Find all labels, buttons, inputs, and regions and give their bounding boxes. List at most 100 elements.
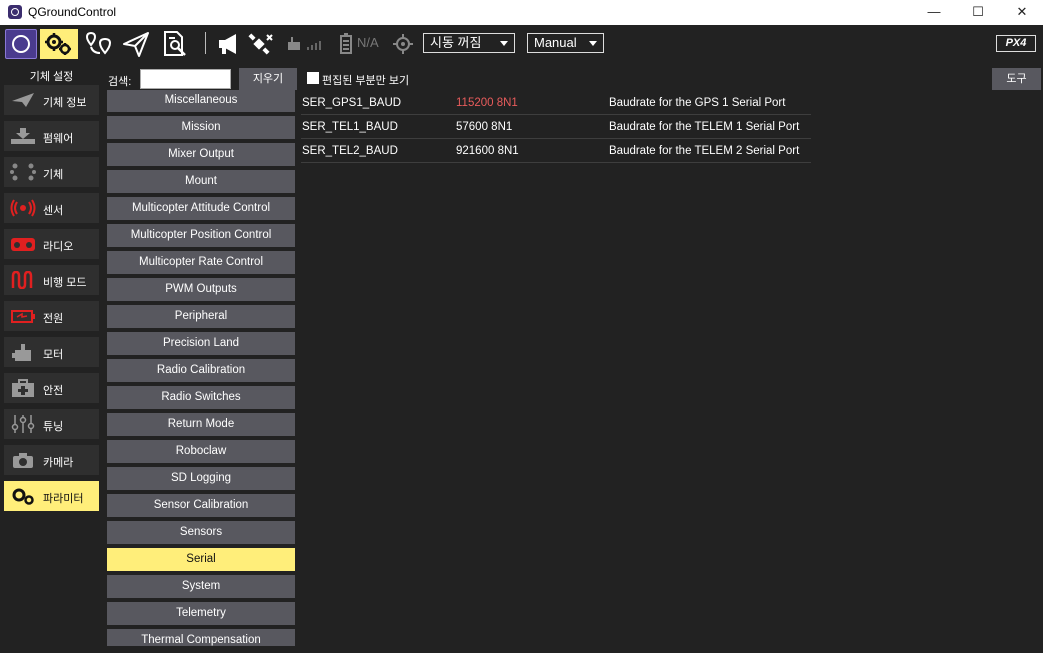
group-button-sensors[interactable]: Sensors (107, 521, 295, 544)
tuning-icon (11, 415, 35, 433)
group-button-miscellaneous[interactable]: Miscellaneous (107, 90, 295, 112)
group-button-peripheral[interactable]: Peripheral (107, 305, 295, 328)
search-label: 검색: (108, 76, 132, 88)
battery-icon (11, 310, 35, 323)
plan-route-icon (85, 31, 112, 55)
param-value: 57600 8N1 (456, 121, 513, 133)
paper-plane-icon (123, 32, 149, 57)
sidebar-header: 기체 설정 (29, 71, 74, 83)
flight-mode-label: Manual (534, 35, 577, 50)
search-input[interactable] (140, 69, 231, 89)
sidebar-item-tuning[interactable]: 튜닝 (4, 409, 99, 439)
group-button-mc-rate-control[interactable]: Multicopter Rate Control (107, 251, 295, 274)
satellite-off-icon (248, 33, 273, 55)
param-value: 921600 8N1 (456, 145, 519, 157)
group-button-mission[interactable]: Mission (107, 116, 295, 139)
param-description: Baudrate for the GPS 1 Serial Port (609, 97, 786, 109)
param-description: Baudrate for the TELEM 1 Serial Port (609, 121, 800, 133)
window-title: QGroundControl (28, 5, 117, 19)
rtk-gps-button[interactable] (392, 29, 414, 59)
qgc-logo-icon (12, 35, 30, 53)
sidebar-item-camera[interactable]: 카메라 (4, 445, 99, 475)
sidebar-item-summary[interactable]: 기체 정보 (4, 85, 99, 115)
param-row[interactable]: SER_GPS1_BAUD 115200 8N1 Baudrate for th… (301, 91, 811, 115)
app-icon (8, 5, 22, 19)
group-button-thermal-compensation[interactable]: Thermal Compensation (107, 629, 295, 646)
group-button-mixer-output[interactable]: Mixer Output (107, 143, 295, 166)
camera-icon (13, 453, 33, 468)
battery-status-text: N/A (357, 35, 379, 50)
sidebar-item-motors[interactable]: 모터 (4, 337, 99, 367)
sidebar-item-label: 안전 (43, 385, 64, 397)
sidebar-item-label: 센서 (43, 205, 64, 217)
group-button-telemetry[interactable]: Telemetry (107, 602, 295, 625)
group-button-roboclaw[interactable]: Roboclaw (107, 440, 295, 463)
vehicle-setup-button[interactable] (40, 29, 78, 59)
sidebar-item-firmware[interactable]: 펌웨어 (4, 121, 99, 151)
sidebar-item-flight-modes[interactable]: 비행 모드 (4, 265, 99, 295)
group-button-mc-attitude-control[interactable]: Multicopter Attitude Control (107, 197, 295, 220)
clear-search-button[interactable]: 지우기 (239, 68, 297, 90)
battery-indicator[interactable] (340, 29, 356, 59)
group-button-sd-logging[interactable]: SD Logging (107, 467, 295, 490)
flight-mode-icon (11, 271, 33, 289)
chevron-down-icon (500, 41, 508, 46)
sensor-icon (10, 199, 36, 217)
sidebar-item-radio[interactable]: 라디오 (4, 229, 99, 259)
show-modified-only-label: 편집된 부분만 보기 (322, 75, 410, 87)
maximize-button[interactable]: ☐ (956, 0, 1000, 25)
param-value: 115200 8N1 (456, 97, 518, 109)
param-description: Baudrate for the TELEM 2 Serial Port (609, 145, 800, 157)
param-row[interactable]: SER_TEL1_BAUD 57600 8N1 Baudrate for the… (301, 115, 811, 139)
radio-icon (11, 238, 35, 251)
sidebar-item-airframe[interactable]: 기체 (4, 157, 99, 187)
param-name: SER_TEL2_BAUD (302, 145, 398, 157)
sidebar-item-label: 튜닝 (43, 421, 64, 433)
group-button-system[interactable]: System (107, 575, 295, 598)
sidebar-item-label: 모터 (43, 349, 64, 361)
group-button-mount[interactable]: Mount (107, 170, 295, 193)
group-button-precision-land[interactable]: Precision Land (107, 332, 295, 355)
show-modified-only-checkbox[interactable] (307, 72, 319, 84)
sidebar-item-label: 기체 (43, 169, 64, 181)
airframe-icon (10, 163, 36, 181)
group-button-return-mode[interactable]: Return Mode (107, 413, 295, 436)
main-toolbar: N/A 시동 꺼짐 Manual PX4 (0, 25, 1043, 62)
sidebar-item-power[interactable]: 전원 (4, 301, 99, 331)
gps-status-button[interactable] (247, 29, 273, 59)
megaphone-icon (219, 34, 236, 54)
group-button-serial[interactable]: Serial (107, 548, 295, 571)
flight-mode-dropdown[interactable]: Manual (527, 33, 604, 53)
sidebar-item-parameters[interactable]: 파라미터 (4, 481, 99, 511)
title-bar: QGroundControl — ☐ ✕ (0, 0, 1043, 25)
parameter-group-list: Miscellaneous Mission Mixer Output Mount… (104, 90, 298, 646)
battery-icon (340, 33, 352, 54)
sidebar-item-sensors[interactable]: 센서 (4, 193, 99, 223)
plan-view-button[interactable] (83, 29, 113, 59)
toolbar-divider (205, 32, 206, 54)
group-button-pwm-outputs[interactable]: PWM Outputs (107, 278, 295, 301)
param-name: SER_TEL1_BAUD (302, 121, 398, 133)
fly-view-button[interactable] (121, 29, 151, 59)
messages-button[interactable] (216, 29, 242, 59)
close-button[interactable]: ✕ (1000, 0, 1043, 25)
download-icon (11, 128, 35, 144)
sidebar-item-label: 펌웨어 (43, 133, 74, 145)
rc-signal-icon (288, 37, 321, 50)
group-button-mc-position-control[interactable]: Multicopter Position Control (107, 224, 295, 247)
chevron-down-icon (589, 41, 597, 46)
rc-rssi-indicator[interactable] (285, 29, 325, 59)
param-row[interactable]: SER_TEL2_BAUD 921600 8N1 Baudrate for th… (301, 139, 811, 163)
analyze-view-button[interactable] (160, 29, 190, 59)
group-button-radio-calibration[interactable]: Radio Calibration (107, 359, 295, 382)
minimize-button[interactable]: — (912, 0, 956, 25)
qgc-home-button[interactable] (5, 29, 37, 59)
gears-icon (45, 33, 71, 55)
group-button-radio-switches[interactable]: Radio Switches (107, 386, 295, 409)
group-button-sensor-calibration[interactable]: Sensor Calibration (107, 494, 295, 517)
sidebar-item-safety[interactable]: 안전 (4, 373, 99, 403)
tools-button[interactable]: 도구 (992, 68, 1041, 90)
sidebar-item-label: 기체 정보 (43, 97, 87, 109)
arm-status-dropdown[interactable]: 시동 꺼짐 (423, 33, 515, 53)
px4-logo: PX4 (996, 35, 1036, 52)
